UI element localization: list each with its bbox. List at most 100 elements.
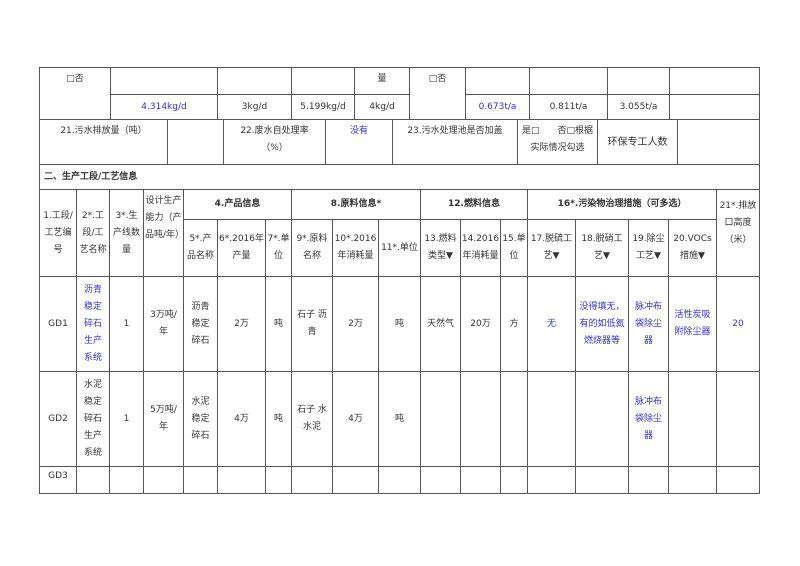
cell-no-checkbox[interactable]: □否	[409, 67, 466, 120]
header-group-fuel: 12.燃料信息	[420, 189, 528, 220]
header-product-name: 5*.产品名称	[183, 219, 218, 277]
row-cell-vocs[interactable]: 活性炭吸附除尘器	[668, 276, 717, 372]
row-cell-unit[interactable]: 吨	[265, 371, 292, 467]
row-cell-product[interactable]: 水泥稳定碎石	[183, 371, 218, 467]
row-cell-raw_qty[interactable]	[332, 466, 379, 494]
row-cell-output[interactable]: 4万	[217, 371, 266, 467]
header-unit: 7*.单位	[265, 219, 292, 277]
row-cell-raw_unit[interactable]	[378, 466, 421, 494]
row-cell-id: GD3	[39, 466, 77, 494]
label-self-treatment-rate: 22.废水自处理率（%）	[223, 119, 326, 165]
row-cell-raw_unit[interactable]: 吨	[378, 371, 421, 467]
row-cell-desulf[interactable]: 无	[527, 276, 576, 372]
row-cell-fuel_unit[interactable]	[500, 371, 528, 467]
row-cell-id: GD2	[39, 371, 77, 467]
row-cell-lines[interactable]	[109, 466, 144, 494]
row-cell-height[interactable]	[716, 371, 760, 467]
header-desulfurization[interactable]: 17.脱硫工艺▼	[527, 219, 576, 277]
row-cell-name[interactable]	[76, 466, 110, 494]
row-cell-capacity[interactable]	[143, 466, 184, 494]
label-tank-covered: 23.污水处理池是否加盖	[392, 119, 518, 165]
row-cell-denitr[interactable]: 没得填无，有的如低氮燃烧器等	[575, 276, 629, 372]
header-raw-name: 9*.原料名称	[291, 219, 333, 277]
row-cell-output[interactable]	[217, 466, 266, 494]
row-cell-capacity[interactable]: 5万吨/年	[143, 371, 184, 467]
row-cell-name[interactable]: 水泥稳定碎石生产系统	[76, 371, 110, 467]
cell	[669, 67, 760, 95]
header-vocs[interactable]: 20.VOCs措施▼	[668, 219, 717, 277]
row-cell-fuel[interactable]	[420, 371, 461, 467]
value-cell: 0.811t/a	[529, 94, 608, 120]
header-raw-unit: 11*.单位	[378, 219, 421, 277]
row-cell-raw_qty[interactable]: 4万	[332, 371, 379, 467]
header-height: 21*.排放口高度（米）	[716, 189, 760, 277]
row-cell-id: GD1	[39, 276, 77, 372]
value-cell: 0.673t/a	[465, 94, 530, 120]
row-cell-raw_qty[interactable]: 2万	[332, 276, 379, 372]
header-fuel-type[interactable]: 13.燃料类型▼	[420, 219, 461, 277]
row-cell-fuel_qty[interactable]	[460, 466, 501, 494]
value-cell: 4kg/d	[354, 94, 410, 120]
label-env-staff: 环保专工人数	[597, 119, 678, 165]
row-cell-capacity[interactable]: 3万吨/年	[143, 276, 184, 372]
header-fuel-unit: 15.单位	[500, 219, 528, 277]
row-cell-raw[interactable]: 石子 沥青	[291, 276, 333, 372]
input-wastewater-discharge[interactable]	[167, 119, 224, 165]
row-cell-raw_unit[interactable]: 吨	[378, 276, 421, 372]
row-cell-unit[interactable]: 吨	[265, 276, 292, 372]
tank-covered-options[interactable]: 是□ 否□根据实际情况勾选	[517, 119, 598, 165]
row-cell-name[interactable]: 沥青稳定碎石生产系统	[76, 276, 110, 372]
row-cell-fuel_unit[interactable]	[500, 466, 528, 494]
value-cell: 3kg/d	[217, 94, 292, 120]
header-group-product: 4.产品信息	[183, 189, 292, 220]
header-capacity: 设计生产能力（产品吨/年）	[143, 189, 184, 277]
row-cell-dust[interactable]: 脉冲布袋除尘器	[628, 371, 669, 467]
cell	[669, 94, 760, 120]
row-cell-vocs[interactable]	[668, 371, 717, 467]
header-id: 1.工段/工艺编号	[39, 189, 77, 277]
row-cell-height[interactable]	[716, 466, 760, 494]
cell	[291, 67, 355, 95]
row-cell-denitr[interactable]	[575, 466, 629, 494]
value-cell: 4.314kg/d	[110, 94, 218, 120]
row-cell-vocs[interactable]	[668, 466, 717, 494]
header-fuel-qty: 14.2016年消耗量	[460, 219, 501, 277]
row-cell-raw[interactable]	[291, 466, 333, 494]
row-cell-height[interactable]: 20	[716, 276, 760, 372]
header-denitrification[interactable]: 18.脱硝工艺▼	[575, 219, 629, 277]
row-cell-fuel_qty[interactable]	[460, 371, 501, 467]
cell	[110, 67, 218, 95]
row-cell-fuel[interactable]	[420, 466, 461, 494]
label-wastewater-discharge: 21.污水排放量（吨）	[39, 119, 168, 165]
value-self-treatment-rate[interactable]: 没有	[325, 119, 393, 165]
header-raw-qty: 10*.2016年消耗量	[332, 219, 379, 277]
cell-no-checkbox[interactable]: □否	[39, 67, 111, 120]
row-cell-raw[interactable]: 石子 水 水泥	[291, 371, 333, 467]
cell	[529, 67, 608, 95]
value-cell: 5.199kg/d	[291, 94, 355, 120]
row-cell-fuel_qty[interactable]: 20万	[460, 276, 501, 372]
input-env-staff[interactable]	[677, 119, 760, 165]
header-name: 2*.工段/工艺名称	[76, 189, 110, 277]
row-cell-product[interactable]: 沥青稳定碎石	[183, 276, 218, 372]
header-group-raw: 8.原料信息*	[291, 189, 421, 220]
row-cell-denitr[interactable]	[575, 371, 629, 467]
row-cell-desulf[interactable]	[527, 371, 576, 467]
row-cell-product[interactable]	[183, 466, 218, 494]
header-lines: 3*.生产线数量	[109, 189, 144, 277]
row-cell-unit[interactable]	[265, 466, 292, 494]
row-cell-fuel[interactable]: 天然气	[420, 276, 461, 372]
row-cell-dust[interactable]	[628, 466, 669, 494]
value-cell: 3.055t/a	[607, 94, 670, 120]
row-cell-fuel_unit[interactable]: 方	[500, 276, 528, 372]
row-cell-lines[interactable]: 1	[109, 371, 144, 467]
row-cell-lines[interactable]: 1	[109, 276, 144, 372]
header-dust[interactable]: 19.除尘工艺▼	[628, 219, 669, 277]
cell-label: 量	[354, 67, 410, 95]
section-title: 二、生产工段/工艺信息	[39, 164, 760, 190]
row-cell-desulf[interactable]	[527, 466, 576, 494]
row-cell-output[interactable]: 2万	[217, 276, 266, 372]
row-cell-dust[interactable]: 脉冲布袋除尘器	[628, 276, 669, 372]
form-page: □否 量 □否 4.314kg/d 3kg/d 5.199kg/d 4kg/d …	[0, 0, 800, 566]
cell	[465, 67, 530, 95]
